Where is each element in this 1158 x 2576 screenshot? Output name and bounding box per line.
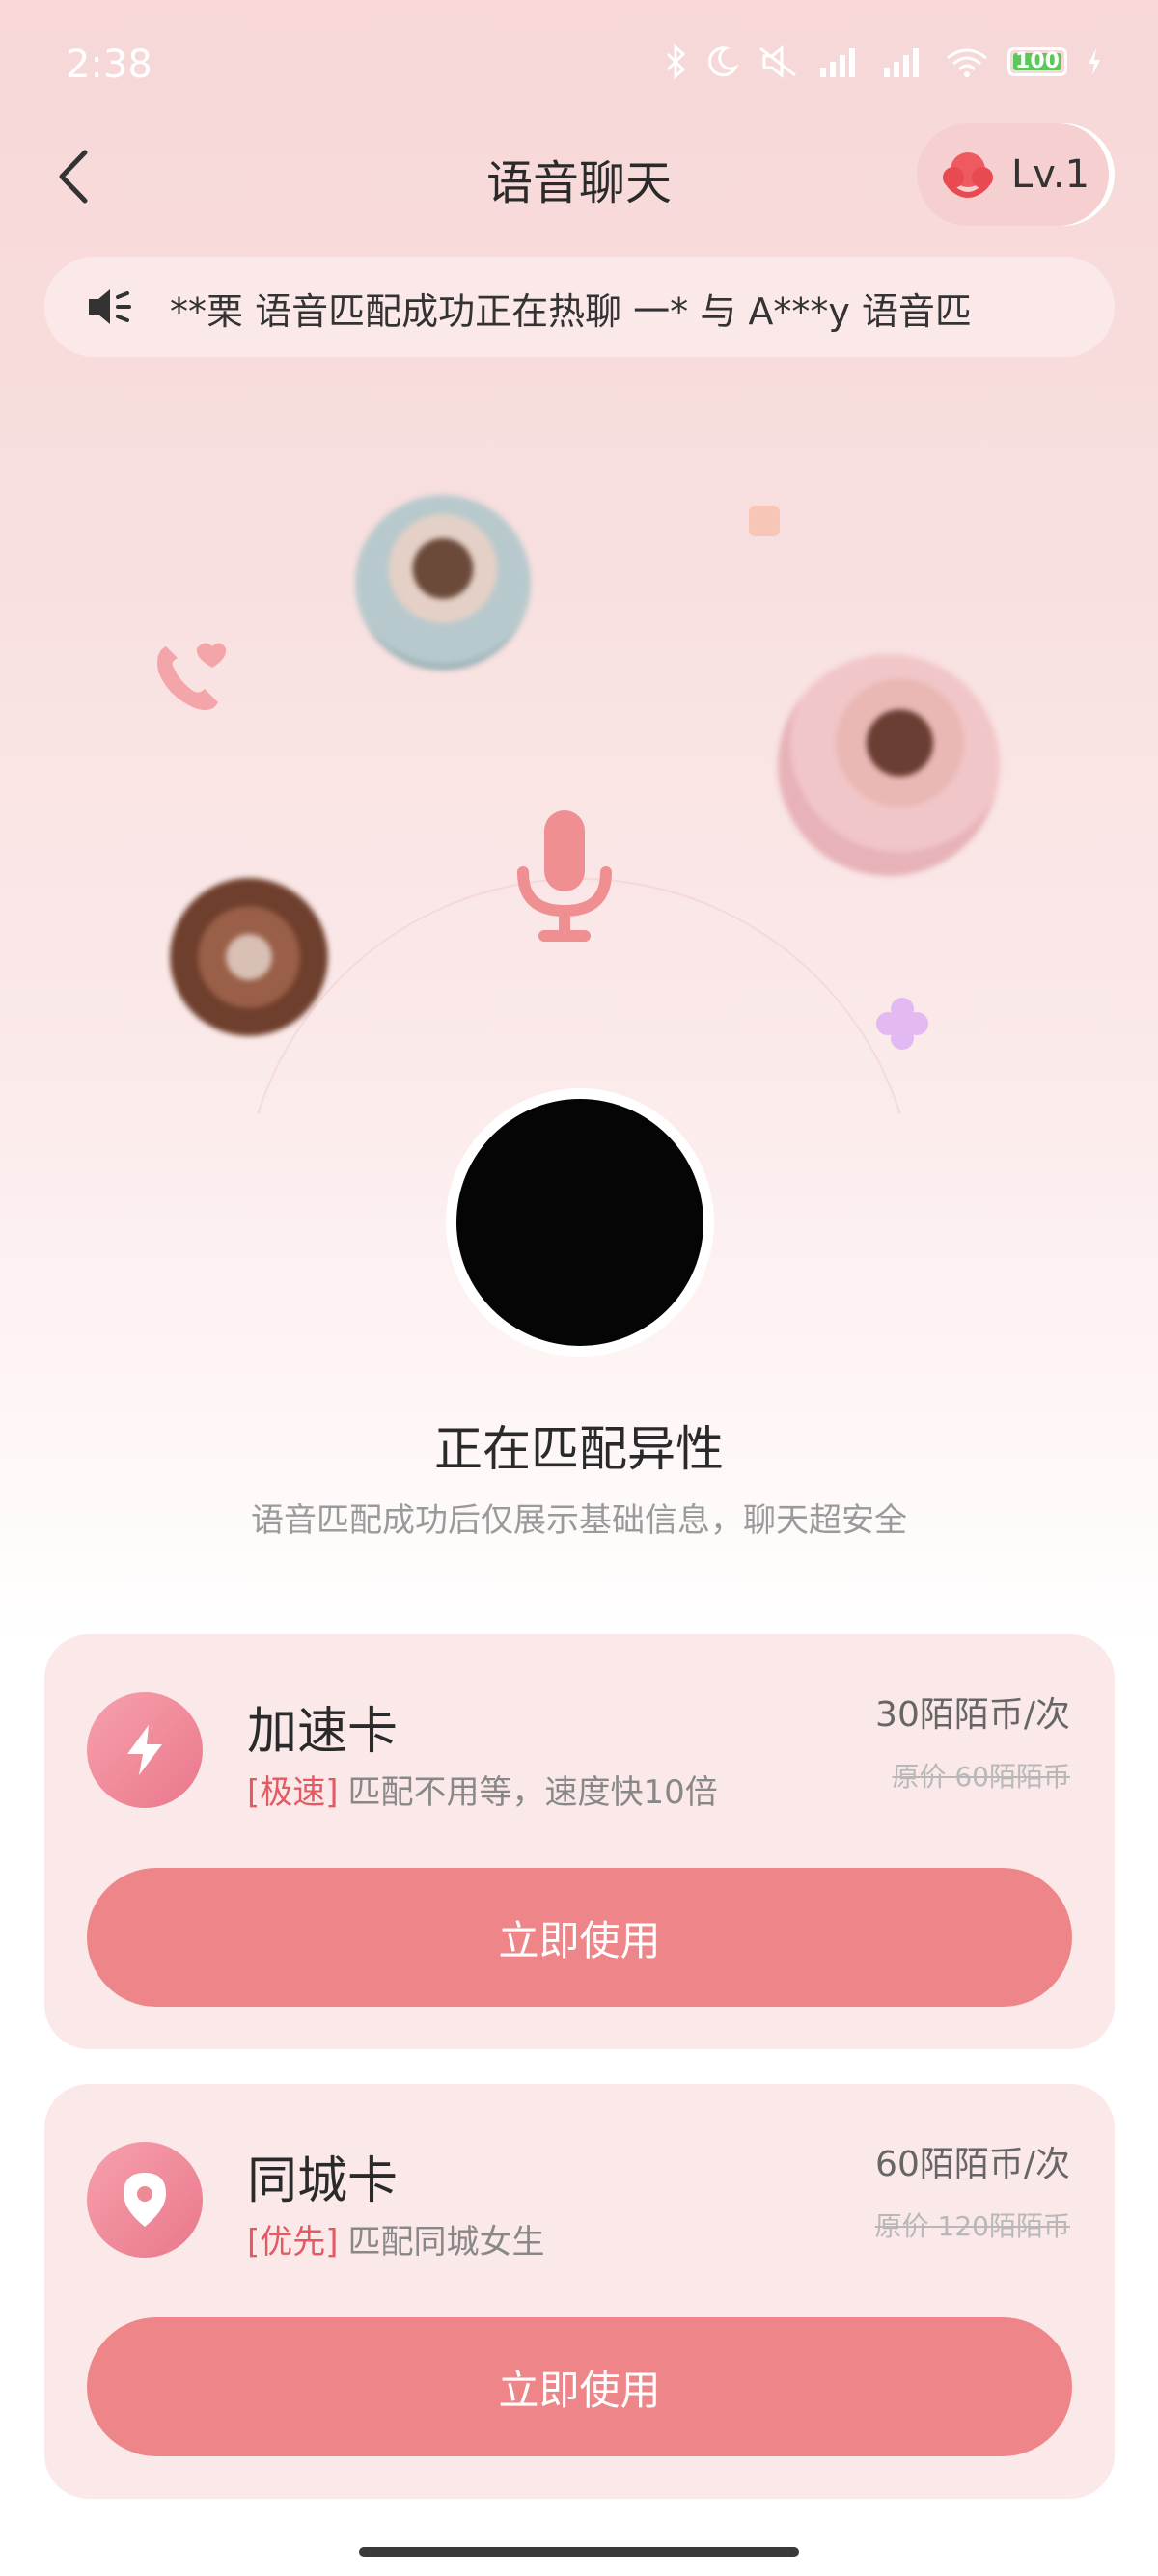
- matching-avatar-ring: [446, 1088, 714, 1357]
- decorative-square: [749, 506, 780, 536]
- card-tag: [优先]: [247, 2223, 339, 2261]
- use-same-city-card-button[interactable]: 立即使用: [87, 2317, 1072, 2456]
- status-time: 2:38: [66, 42, 152, 87]
- card-description: [优先] 匹配同城女生: [247, 2215, 545, 2262]
- avatar: [778, 654, 1000, 876]
- flower-level-icon: [943, 152, 993, 198]
- level-label: Lv.1: [1011, 152, 1090, 197]
- speedup-card: 加速卡 [极速] 匹配不用等，速度快10倍 30陌陌币/次 原价 60陌陌币 立即…: [44, 1634, 1115, 2049]
- location-pin-icon: [87, 2142, 203, 2258]
- microphone-icon: [517, 810, 612, 942]
- matching-status-subtitle: 语音匹配成功后仅展示基础信息，聊天超安全: [251, 1501, 907, 1540]
- match-announcement-bar: **栗 语音匹配成功正在热聊 一* 与 A***y 语音匹: [44, 257, 1115, 357]
- card-description-text: 匹配不用等，速度快10倍: [347, 1773, 718, 1812]
- use-speedup-card-button[interactable]: 立即使用: [87, 1868, 1072, 2007]
- mute-icon: [759, 44, 796, 79]
- avatar: [170, 878, 328, 1036]
- card-title: 同城卡: [247, 2152, 399, 2210]
- matching-status-title: 正在匹配异性: [434, 1421, 724, 1477]
- status-icons: 100: [664, 44, 1104, 79]
- battery-level: 100: [1015, 49, 1060, 73]
- signal-icon-2: [884, 48, 919, 77]
- lightning-icon: [87, 1692, 203, 1808]
- bluetooth-icon: [666, 44, 686, 79]
- card-price: 30陌陌币/次: [875, 1695, 1070, 1735]
- card-original-price: 原价 60陌陌币: [892, 1761, 1070, 1793]
- battery-indicator: 100: [1007, 47, 1067, 76]
- card-description-text: 匹配同城女生: [347, 2223, 545, 2261]
- card-title: 加速卡: [247, 1703, 399, 1761]
- speaker-icon: [89, 289, 131, 324]
- announcement-text: **栗 语音匹配成功正在热聊 一* 与 A***y 语音匹: [170, 290, 972, 333]
- card-price: 60陌陌币/次: [875, 2145, 1070, 2184]
- card-tag: [极速]: [247, 1773, 339, 1812]
- phone-icon: [157, 643, 227, 710]
- self-avatar: [456, 1099, 703, 1346]
- same-city-card: 同城卡 [优先] 匹配同城女生 60陌陌币/次 原价 120陌陌币 立即使用: [44, 2084, 1115, 2499]
- card-description: [极速] 匹配不用等，速度快10倍: [247, 1766, 718, 1813]
- wifi-icon: [947, 48, 987, 77]
- card-original-price: 原价 120陌陌币: [874, 2210, 1070, 2242]
- flower-icon: [876, 998, 928, 1050]
- moon-icon: [707, 46, 739, 77]
- signal-icon-1: [820, 48, 855, 77]
- home-indicator[interactable]: [359, 2547, 799, 2557]
- level-badge[interactable]: Lv.1: [917, 123, 1115, 226]
- charging-icon: [1089, 48, 1100, 75]
- avatar: [355, 495, 531, 671]
